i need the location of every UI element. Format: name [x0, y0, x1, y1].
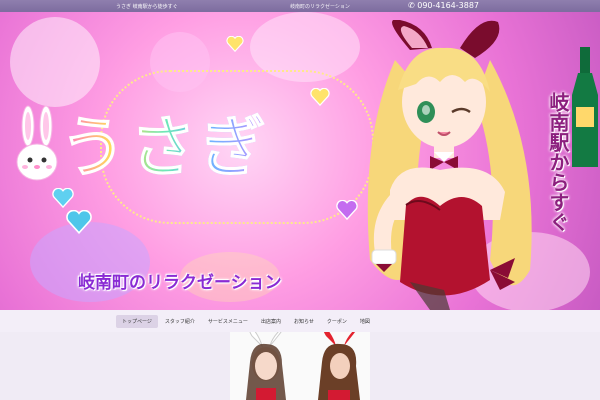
site-subtitle: 岐南町のリラクゼーション [290, 4, 350, 10]
nav-menu: トップページ スタッフ紹介 サービスメニュー 出店案内 お知らせ クーポン 地図 [116, 315, 377, 328]
site-description: うさぎ 岐南駅から徒歩すぐ [116, 4, 178, 10]
staff-photo[interactable] [230, 332, 370, 400]
site-logo[interactable]: うさぎ [60, 94, 270, 190]
main-navigation: トップページ スタッフ紹介 サービスメニュー 出店案内 お知らせ クーポン 地図 [0, 310, 600, 333]
nav-item-coupon[interactable]: クーポン [321, 315, 353, 328]
heart-icon [52, 188, 74, 208]
main-content [0, 332, 600, 400]
heart-icon [66, 210, 92, 234]
tagline: 岐南町のリラクゼーション [78, 273, 282, 293]
heart-icon [226, 36, 244, 52]
staff-photo-image [246, 332, 360, 400]
station-callout: 岐南駅からすぐ [546, 92, 570, 232]
nav-item-map[interactable]: 地図 [354, 315, 376, 328]
bunny-girl-illustration [367, 20, 532, 310]
phone-icon: ✆ [408, 1, 415, 10]
nav-item-service-menu[interactable]: サービスメニュー [202, 315, 254, 328]
nav-item-top[interactable]: トップページ [116, 315, 158, 328]
top-bar: うさぎ 岐南駅から徒歩すぐ 岐南町のリラクゼーション ✆ 090-4164-38… [0, 0, 600, 12]
bottle-decoration [572, 47, 598, 167]
nav-item-staff[interactable]: スタッフ紹介 [159, 315, 201, 328]
phone-number: 090-4164-3887 [417, 1, 480, 10]
nav-item-news[interactable]: お知らせ [288, 315, 320, 328]
hero-banner[interactable]: うさぎ 岐南駅からすぐ 岐南町のリラクゼーション [0, 12, 600, 310]
rabbit-mascot-icon [16, 105, 58, 181]
nav-item-store-info[interactable]: 出店案内 [255, 315, 287, 328]
phone-link[interactable]: ✆ 090-4164-3887 [408, 1, 479, 10]
heart-icon [310, 88, 330, 106]
